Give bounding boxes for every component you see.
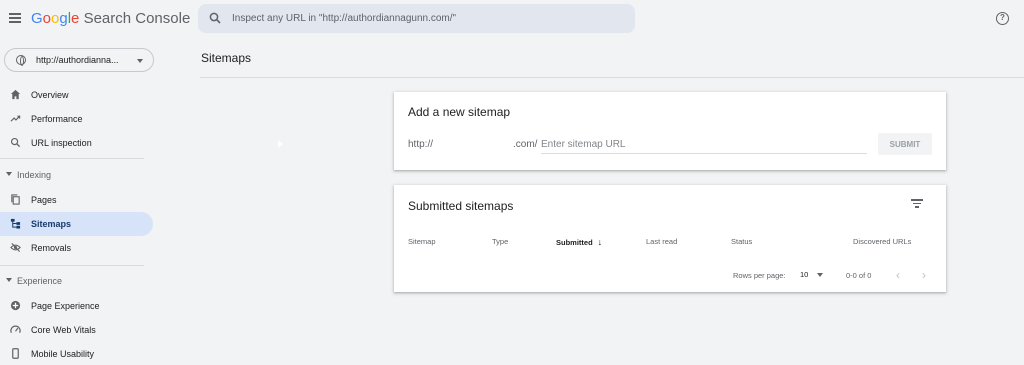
sidebar-item-sitemaps[interactable]: Sitemaps xyxy=(0,212,153,236)
collapse-arrow-icon xyxy=(6,278,12,282)
filter-icon[interactable] xyxy=(911,199,923,209)
sidebar-section-experience[interactable]: Experience xyxy=(0,271,150,291)
sitemap-url-suffix: .com/ xyxy=(513,139,538,150)
column-header-last-read[interactable]: Last read xyxy=(646,237,677,246)
sidebar-divider xyxy=(0,158,144,159)
search-icon xyxy=(209,12,221,24)
column-header-discovered-urls[interactable]: Discovered URLs xyxy=(853,237,911,246)
add-sitemap-card: Add a new sitemap http:// .com/ SUBMIT xyxy=(394,92,946,170)
pagination-range: 0-0 of 0 xyxy=(846,271,872,280)
mouse-cursor-icon xyxy=(278,140,283,148)
collapse-arrow-icon xyxy=(6,172,12,176)
logo-letter: G xyxy=(31,10,43,27)
section-header: Experience xyxy=(17,276,63,286)
sitemap-url-prefix: http:// xyxy=(408,139,434,150)
sidebar-item-page-experience[interactable]: Page Experience xyxy=(0,294,153,318)
sidebar-item-label: Mobile Usability xyxy=(31,349,95,359)
sidebar-section-indexing[interactable]: Indexing xyxy=(0,165,150,185)
sitemap-icon xyxy=(10,218,21,229)
dropdown-arrow-icon xyxy=(137,59,143,63)
sidebar-item-label: URL inspection xyxy=(31,138,92,148)
rows-per-page-label: Rows per page: xyxy=(733,271,786,280)
property-selector[interactable]: http://authordianna... xyxy=(4,48,154,72)
sidebar-item-label: Performance xyxy=(31,114,83,124)
sidebar-item-label: Page Experience xyxy=(31,301,100,311)
visibility-off-icon xyxy=(10,242,21,253)
phone-icon xyxy=(12,348,19,359)
dropdown-arrow-icon[interactable] xyxy=(817,273,823,277)
logo-letter: g xyxy=(59,10,68,27)
sidebar-item-performance[interactable]: Performance xyxy=(0,107,153,131)
rows-per-page-select[interactable]: 10 xyxy=(800,270,808,279)
title-divider xyxy=(200,77,1024,78)
hamburger-menu-icon[interactable] xyxy=(9,13,21,23)
column-header-submitted[interactable]: Submitted ↓ xyxy=(556,237,602,247)
search-icon xyxy=(10,137,21,148)
pages-icon xyxy=(11,194,20,205)
sidebar-item-label: Overview xyxy=(31,90,69,100)
submitted-sitemaps-title: Submitted sitemaps xyxy=(408,199,514,213)
sidebar-item-label: Core Web Vitals xyxy=(31,325,96,335)
logo-letter: e xyxy=(71,10,80,27)
page-title: Sitemaps xyxy=(201,51,252,65)
next-page-button[interactable]: › xyxy=(922,268,926,282)
previous-page-button[interactable]: ‹ xyxy=(896,268,900,282)
column-header-sitemap[interactable]: Sitemap xyxy=(408,237,436,246)
add-circle-icon xyxy=(10,300,21,311)
logo-letter: o xyxy=(42,10,52,27)
submit-button[interactable]: SUBMIT xyxy=(878,133,932,155)
sitemap-url-input[interactable] xyxy=(541,135,867,154)
speedometer-icon xyxy=(10,325,21,333)
sidebar-item-url-inspection[interactable]: URL inspection xyxy=(0,131,153,155)
sidebar-item-label: Pages xyxy=(31,195,57,205)
product-name: Search Console xyxy=(83,10,191,27)
search-console-logo[interactable]: Google Search Console xyxy=(31,10,190,27)
globe-icon xyxy=(16,55,26,66)
add-sitemap-title: Add a new sitemap xyxy=(408,105,511,119)
sort-arrow-down-icon: ↓ xyxy=(597,237,603,247)
top-app-bar: Google Search Console ? xyxy=(0,0,1024,40)
sidebar-item-label: Sitemaps xyxy=(31,219,72,229)
home-icon xyxy=(10,89,21,100)
column-header-label: Submitted xyxy=(556,238,593,247)
sidebar-item-pages[interactable]: Pages xyxy=(0,188,153,212)
url-inspect-search-bar[interactable] xyxy=(198,4,635,33)
column-header-status[interactable]: Status xyxy=(731,237,752,246)
sidebar-item-core-web-vitals[interactable]: Core Web Vitals xyxy=(0,318,153,342)
sidebar-item-overview[interactable]: Overview xyxy=(0,83,153,107)
sidebar-item-label: Removals xyxy=(31,243,72,253)
sidebar-item-mobile-usability[interactable]: Mobile Usability xyxy=(0,342,153,365)
column-header-type[interactable]: Type xyxy=(492,237,508,246)
sidebar-divider xyxy=(0,265,144,266)
property-label: http://authordianna... xyxy=(36,55,119,65)
trending-up-icon xyxy=(10,115,21,122)
help-icon[interactable]: ? xyxy=(996,12,1009,25)
submitted-sitemaps-card: Submitted sitemaps Sitemap Type Submitte… xyxy=(394,185,946,292)
url-inspect-input[interactable] xyxy=(232,10,622,27)
sidebar-item-removals[interactable]: Removals xyxy=(0,236,153,260)
sidebar: http://authordianna... Overview Performa… xyxy=(0,40,160,365)
section-header: Indexing xyxy=(17,170,52,180)
